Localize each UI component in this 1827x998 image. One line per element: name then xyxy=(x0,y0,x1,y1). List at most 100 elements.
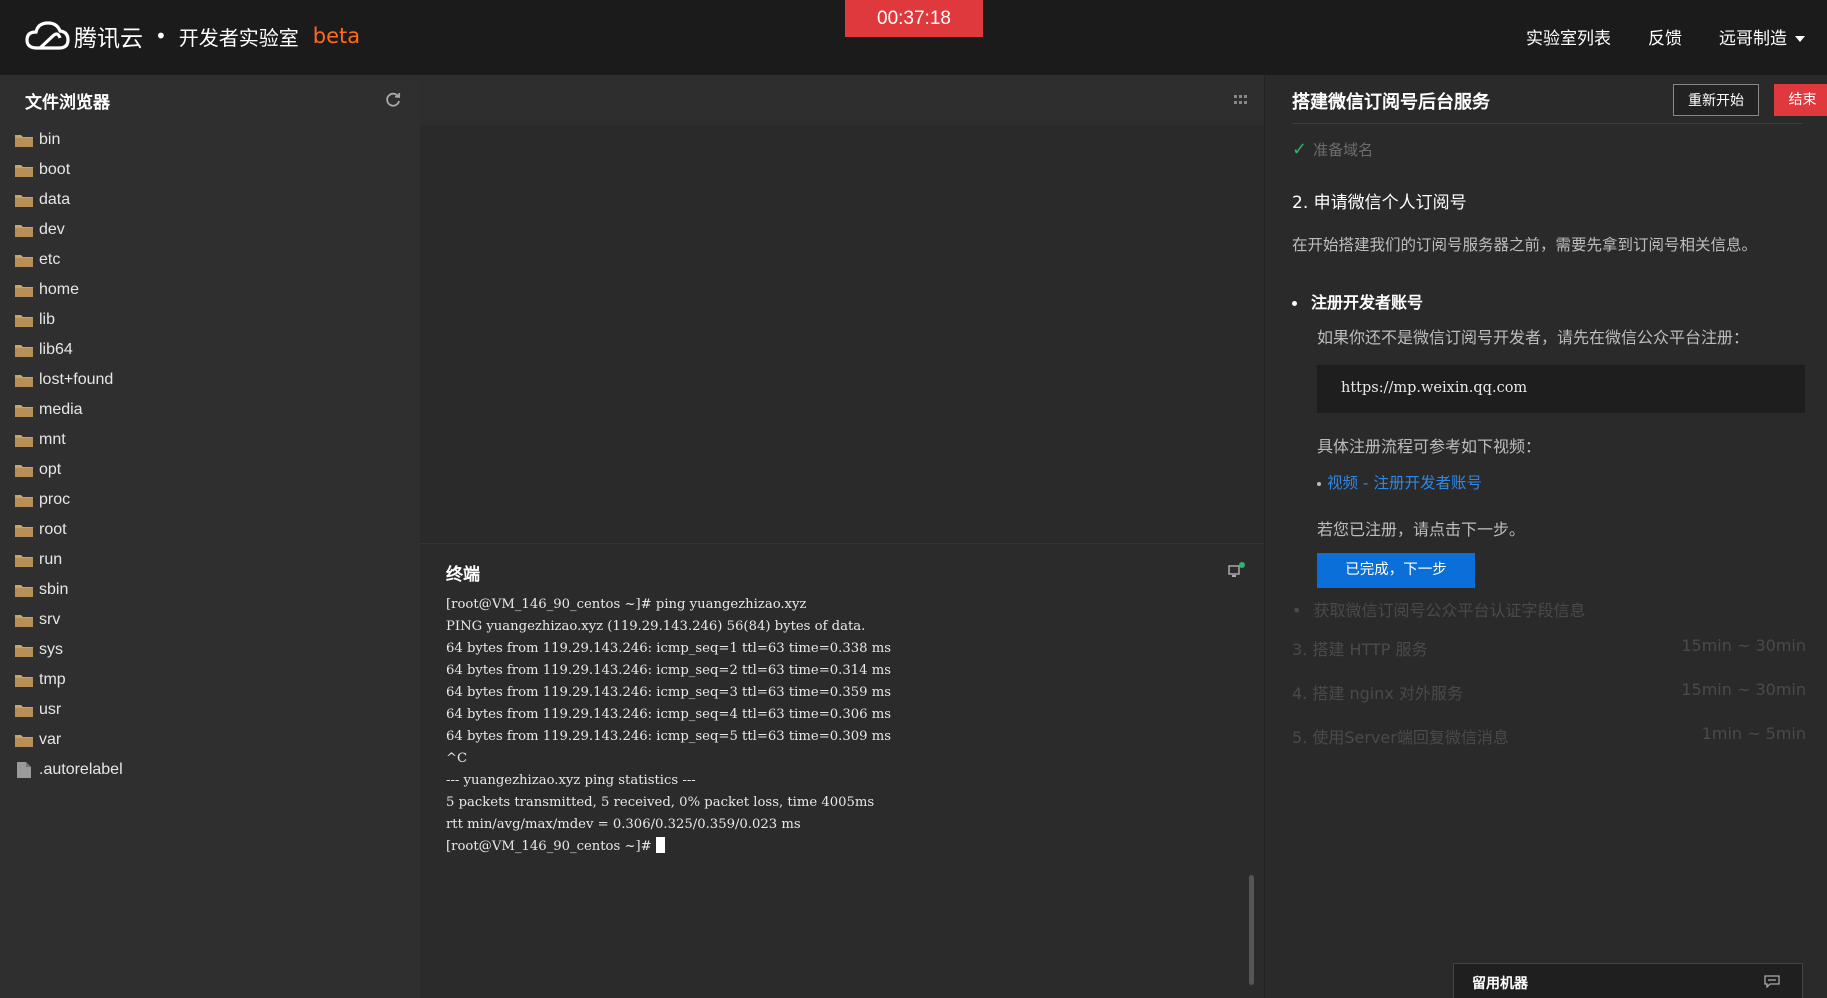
editor-toolbar xyxy=(420,75,1264,125)
folder-item[interactable]: lib64 xyxy=(0,335,420,365)
terminal-prompt: [root@VM_146_90_centos ~]# xyxy=(446,839,656,854)
video-link[interactable]: 视频 - 注册开发者账号 xyxy=(1317,471,1482,493)
file-item[interactable]: .autorelabel xyxy=(0,755,420,785)
top-nav: 实验室列表 反馈 远哥制造 xyxy=(1489,24,1805,49)
brand-name: 腾讯云 xyxy=(74,26,143,52)
workspace-panel: 终端 [root@VM_146_90_centos ~]# ping yuang… xyxy=(420,75,1264,998)
folder-item[interactable]: root xyxy=(0,515,420,545)
folder-icon xyxy=(15,225,33,237)
file-name: proc xyxy=(39,491,71,508)
video-link-text[interactable]: 视频 - 注册开发者账号 xyxy=(1327,474,1482,492)
upcoming-step-3: 3. 搭建 HTTP 服务 xyxy=(1292,640,1428,659)
terminal-line: [root@VM_146_90_centos ~]# ping yuangezh… xyxy=(446,597,807,612)
terminal-prompt-line: [root@VM_146_90_centos ~]# xyxy=(446,836,1246,858)
countdown-timer: 00:37:18 xyxy=(845,0,983,37)
upcoming-substep-label: 获取微信订阅号公众平台认证字段信息 xyxy=(1313,601,1586,620)
chevron-down-icon xyxy=(1795,36,1805,42)
upcoming-step-4: 4. 搭建 nginx 对外服务 xyxy=(1292,684,1463,703)
file-name: dev xyxy=(39,221,65,238)
substep-title: 注册开发者账号 xyxy=(1292,289,1423,313)
end-button[interactable]: 结束 xyxy=(1774,84,1827,116)
folder-item[interactable]: proc xyxy=(0,485,420,515)
file-name: srv xyxy=(39,611,61,628)
folder-item[interactable]: srv xyxy=(0,605,420,635)
message-icon xyxy=(1764,975,1780,988)
file-name: usr xyxy=(39,701,62,718)
guide-panel: 搭建微信订阅号后台服务 重新开始 结束 ✓ 准备域名 2. 申请微信个人订阅号 … xyxy=(1264,75,1827,998)
folder-item[interactable]: lost+found xyxy=(0,365,420,395)
file-name: opt xyxy=(39,461,62,478)
terminal-line: ^C xyxy=(446,751,468,766)
grid-menu-icon[interactable] xyxy=(1234,93,1248,107)
upcoming-step-5: 5. 使用Server端回复微信消息 xyxy=(1292,728,1509,747)
folder-item[interactable]: sys xyxy=(0,635,420,665)
folder-icon xyxy=(15,435,33,447)
folder-icon xyxy=(15,705,33,717)
editor-area[interactable] xyxy=(420,125,1264,544)
bullet-icon xyxy=(1317,481,1321,486)
guide-title: 搭建微信订阅号后台服务 xyxy=(1292,92,1490,113)
upcoming-step-3-time: 15min ~ 30min xyxy=(1681,636,1806,655)
folder-item[interactable]: home xyxy=(0,275,420,305)
folder-item[interactable]: opt xyxy=(0,455,420,485)
terminal-line: --- yuangezhizao.xyz ping statistics --- xyxy=(446,773,696,788)
folder-item[interactable]: tmp xyxy=(0,665,420,695)
folder-item[interactable]: usr xyxy=(0,695,420,725)
keep-machine-tab[interactable]: 留用机器 xyxy=(1453,963,1803,998)
folder-icon xyxy=(15,735,33,747)
logo[interactable]: 腾讯云 • 开发者实验室 beta xyxy=(24,18,360,54)
terminal-cursor xyxy=(655,837,665,853)
terminal-connect-icon[interactable] xyxy=(1228,562,1246,578)
terminal-output[interactable]: [root@VM_146_90_centos ~]# ping yuangezh… xyxy=(446,594,1246,858)
completed-step[interactable]: ✓ 准备域名 xyxy=(1292,139,1373,160)
keep-machine-label: 留用机器 xyxy=(1472,976,1528,992)
folder-item[interactable]: run xyxy=(0,545,420,575)
terminal-title: 终端 xyxy=(446,565,480,585)
folder-icon xyxy=(15,315,33,327)
product-name: 开发者实验室 xyxy=(178,25,299,50)
upcoming-step-5-time: 1min ~ 5min xyxy=(1701,724,1806,743)
nav-feedback[interactable]: 反馈 xyxy=(1648,24,1682,49)
folder-icon xyxy=(15,255,33,267)
file-name: etc xyxy=(39,251,61,268)
folder-item[interactable]: dev xyxy=(0,215,420,245)
folder-item[interactable]: etc xyxy=(0,245,420,275)
folder-icon xyxy=(15,285,33,297)
file-name: lib64 xyxy=(39,341,73,358)
folder-item[interactable]: bin xyxy=(0,125,420,155)
file-name: lib xyxy=(39,311,56,328)
refresh-icon[interactable] xyxy=(384,91,402,109)
folder-item[interactable]: var xyxy=(0,725,420,755)
nav-user-menu[interactable]: 远哥制造 xyxy=(1719,24,1805,49)
folder-icon xyxy=(15,135,33,147)
cloud-logo-icon xyxy=(25,21,70,50)
folder-icon xyxy=(15,345,33,357)
folder-item[interactable]: media xyxy=(0,395,420,425)
folder-item[interactable]: mnt xyxy=(0,425,420,455)
file-name: run xyxy=(39,551,63,568)
folder-icon xyxy=(15,675,33,687)
folder-item[interactable]: lib xyxy=(0,305,420,335)
folder-item[interactable]: sbin xyxy=(0,575,420,605)
terminal-header: 终端 xyxy=(420,544,1264,594)
terminal-scrollbar[interactable] xyxy=(1249,875,1254,985)
upcoming-step-4-time: 15min ~ 30min xyxy=(1681,680,1806,699)
code-url: https://mp.weixin.qq.com xyxy=(1341,380,1528,396)
file-browser-header: 文件浏览器 xyxy=(0,75,420,125)
folder-item[interactable]: boot xyxy=(0,155,420,185)
folder-icon xyxy=(15,405,33,417)
guide-header: 搭建微信订阅号后台服务 重新开始 结束 xyxy=(1292,75,1827,124)
file-name: var xyxy=(39,731,62,748)
folder-icon xyxy=(15,495,33,507)
nav-lab-list[interactable]: 实验室列表 xyxy=(1526,24,1611,49)
folder-icon xyxy=(15,555,33,567)
separator-dot: • xyxy=(155,24,167,48)
restart-button[interactable]: 重新开始 xyxy=(1673,84,1759,116)
file-name: boot xyxy=(39,161,71,178)
folder-icon xyxy=(15,525,33,537)
file-name: tmp xyxy=(39,671,66,688)
bullet-icon xyxy=(1292,301,1297,306)
top-bar: 腾讯云 • 开发者实验室 beta 00:37:18 实验室列表 反馈 远哥制造 xyxy=(0,0,1827,75)
next-step-button[interactable]: 已完成，下一步 xyxy=(1317,553,1475,588)
folder-item[interactable]: data xyxy=(0,185,420,215)
